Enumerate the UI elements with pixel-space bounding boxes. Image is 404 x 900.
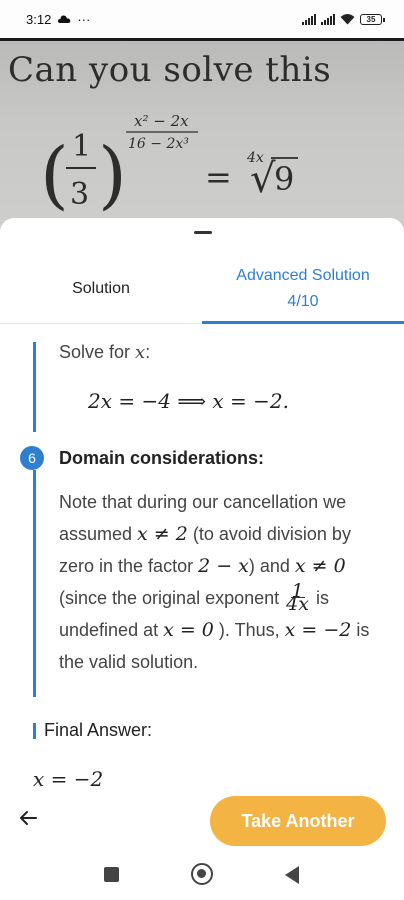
signal-icon-2 <box>321 13 335 25</box>
arrow-left-icon[interactable] <box>16 806 40 830</box>
para-text-6: ). Thus, <box>213 620 285 640</box>
solve-for-text: Solve for x: <box>59 342 150 363</box>
eq-exp-den: 16 − 2x³ <box>128 136 189 152</box>
exponent-fraction: 1 4x <box>286 581 309 615</box>
step-explanation: Note that during our cancellation we ass… <box>59 486 389 678</box>
tab-advanced-solution[interactable]: Advanced Solution 4/10 <box>202 254 404 324</box>
para-math-3: x ≠ 0 <box>294 555 346 577</box>
eq-equals: = <box>205 158 232 196</box>
tab-solution-label: Solution <box>72 280 130 297</box>
solve-for-label: Solve for <box>59 342 136 362</box>
photo-edge <box>0 38 404 41</box>
battery-icon: 35 <box>360 13 385 25</box>
para-text-3: ) and <box>248 556 295 576</box>
final-answer-title: Final Answer: <box>44 720 153 740</box>
status-time: 3:12 <box>26 11 52 27</box>
para-math-1: x ≠ 2 <box>137 523 188 545</box>
step-number-badge: 6 <box>20 446 44 470</box>
take-another-button[interactable]: Take Another <box>210 796 386 846</box>
tab-advanced-label: Advanced Solution <box>236 267 370 284</box>
solution-tabs: Solution Advanced Solution 4/10 <box>0 254 404 324</box>
system-nav-bar <box>0 850 404 900</box>
tab-solution[interactable]: Solution <box>0 254 202 324</box>
para-math-2: 2 − x <box>198 555 249 577</box>
final-answer-equation: x = −2 <box>33 767 104 791</box>
para-text-4: (since the original exponent <box>59 588 285 608</box>
eq-base-den: 3 <box>70 177 89 212</box>
para-math-4: x = 0 <box>163 619 214 641</box>
step-line-5 <box>33 342 36 432</box>
display-equation: 2x = −4 ⟹ x = −2. <box>88 389 289 413</box>
captured-problem-photo: Can you solve this ( 1 3 ) x² − 2x 16 − … <box>0 38 404 248</box>
solve-for-colon: : <box>145 342 151 362</box>
solution-content[interactable]: Solve for x: 2x = −4 ⟹ x = −2. 6 Domain … <box>0 325 404 791</box>
eq-left-paren: ( <box>40 132 69 218</box>
eq-root-symbol: √ <box>250 156 276 202</box>
status-left: 3:12 ··· <box>26 12 90 27</box>
status-dots: ··· <box>77 11 91 27</box>
status-bar: 3:12 ··· 35 <box>0 0 404 38</box>
step-title: Domain considerations: <box>59 448 265 468</box>
battery-level: 35 <box>366 14 376 24</box>
final-answer-marker <box>33 723 36 739</box>
eq-right-paren: ) <box>98 132 127 218</box>
square-icon[interactable] <box>104 867 119 882</box>
signal-icon <box>302 13 316 25</box>
status-right: 35 <box>302 13 385 25</box>
step-line-6 <box>33 470 36 697</box>
eq-radicand: 9 <box>274 160 294 198</box>
tab-advanced-counter: 4/10 <box>287 293 319 310</box>
active-tab-indicator <box>202 321 404 324</box>
eq-base-num: 1 <box>72 129 91 164</box>
eq-exp-num: x² − 2x <box>134 112 189 130</box>
circle-icon[interactable] <box>191 863 213 885</box>
frac-denominator: 4x <box>286 592 309 615</box>
triangle-back-icon[interactable] <box>285 866 299 884</box>
solve-for-var: x <box>135 342 146 363</box>
wifi-icon <box>340 14 355 25</box>
photo-heading: Can you solve this <box>8 50 332 90</box>
para-math-5: x = −2 <box>284 619 352 641</box>
cloud-icon <box>58 15 71 23</box>
drag-handle[interactable] <box>194 231 212 234</box>
